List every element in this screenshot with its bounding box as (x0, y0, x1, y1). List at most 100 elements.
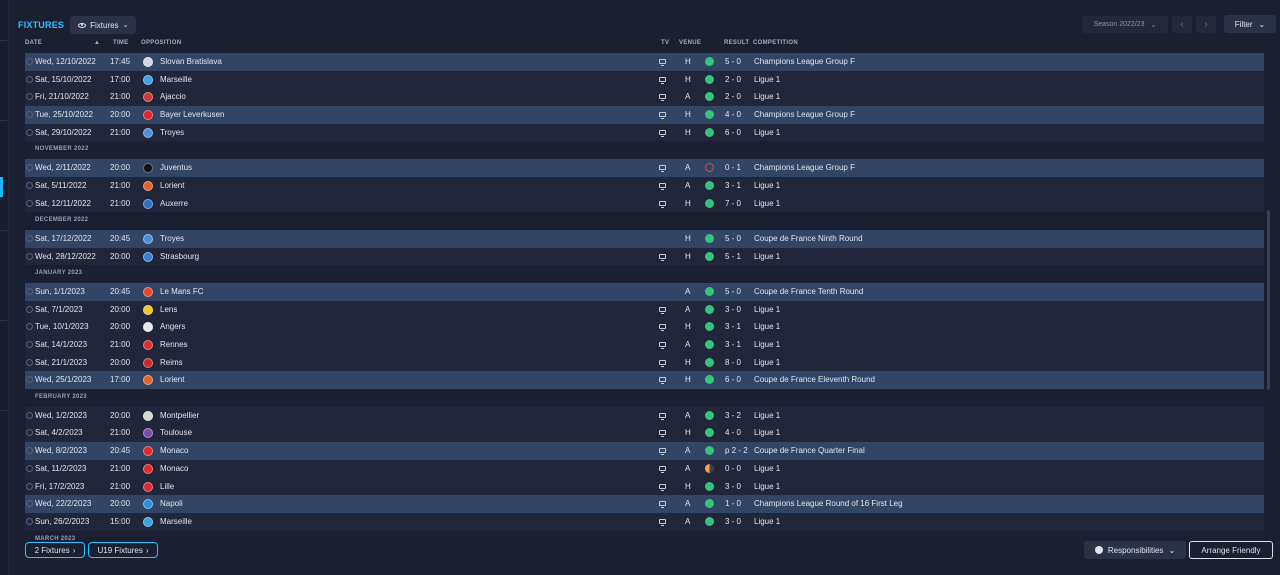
opposition-link[interactable]: Marseille (160, 513, 192, 531)
fixture-row[interactable]: Wed, 22/2/2023 20:00 Napoli A 1 - 0 Champions… (25, 495, 1264, 513)
opposition-link[interactable]: Troyes (160, 124, 184, 142)
fixture-row[interactable]: Wed, 1/2/2023 20:00 Montpellier A 3 - 2 Ligue… (25, 406, 1264, 425)
fixture-row[interactable]: Fri, 21/10/2022 21:00 Ajaccio A 2 - 0 Ligue 1 (25, 88, 1264, 107)
opposition-link[interactable]: Rennes (160, 336, 188, 354)
result-score[interactable]: 5 - 0 (725, 53, 741, 71)
competition-link[interactable]: Champions League Group F (754, 159, 855, 177)
result-score[interactable]: 5 - 1 (725, 248, 741, 266)
u19-fixtures-button[interactable]: U19 Fixtures › (88, 542, 158, 558)
result-score[interactable]: 5 - 0 (725, 230, 741, 248)
opposition-link[interactable]: Auxerre (160, 195, 188, 213)
competition-link[interactable]: Champions League Group F (754, 53, 855, 71)
opposition-link[interactable]: Bayer Leverkusen (160, 106, 224, 124)
opposition-link[interactable]: Montpellier (160, 407, 199, 425)
fixture-row[interactable]: Tue, 25/10/2022 20:00 Bayer Leverkusen H 4 -… (25, 106, 1264, 124)
competition-link[interactable]: Ligue 1 (754, 88, 780, 106)
competition-link[interactable]: Champions League Group F (754, 106, 855, 124)
competition-link[interactable]: Coupe de France Quarter Final (754, 442, 865, 460)
fixture-row[interactable]: Sun, 26/2/2023 15:00 Marseille A 3 - 0 Ligue … (25, 512, 1264, 531)
result-score[interactable]: 2 - 0 (725, 71, 741, 89)
result-score[interactable]: 6 - 0 (725, 124, 741, 142)
competition-link[interactable]: Ligue 1 (754, 318, 780, 336)
fixture-row[interactable]: Sun, 1/1/2023 20:45 Le Mans FC A 5 - 0 Coupe … (25, 282, 1264, 301)
opposition-link[interactable]: Juventus (160, 159, 192, 177)
competition-link[interactable]: Ligue 1 (754, 248, 780, 266)
fixture-row[interactable]: Sat, 14/1/2023 21:00 Rennes A 3 - 1 Ligue 1 (25, 336, 1264, 354)
competition-link[interactable]: Ligue 1 (754, 354, 780, 372)
result-score[interactable]: 3 - 0 (725, 478, 741, 496)
fixture-row[interactable]: Sat, 21/1/2023 20:00 Reims H 8 - 0 Ligue 1 (25, 353, 1264, 372)
competition-link[interactable]: Coupe de France Tenth Round (754, 283, 863, 301)
result-score[interactable]: 0 - 0 (725, 460, 741, 478)
result-score[interactable]: 1 - 0 (725, 495, 741, 513)
next-season-button[interactable]: › (1196, 16, 1216, 33)
col-header-time[interactable]: TIME (113, 40, 129, 50)
result-score[interactable]: 3 - 0 (725, 513, 741, 531)
opposition-link[interactable]: Lorient (160, 371, 184, 389)
competition-link[interactable]: Champions League Round of 16 First Leg (754, 495, 903, 513)
scrollbar[interactable] (1267, 210, 1270, 390)
fixtures-2-button[interactable]: 2 Fixtures › (25, 542, 85, 558)
result-score[interactable]: 8 - 0 (725, 354, 741, 372)
opposition-link[interactable]: Toulouse (160, 424, 192, 442)
opposition-link[interactable]: Troyes (160, 230, 184, 248)
fixture-row[interactable]: Wed, 28/12/2022 20:00 Strasbourg H 5 - 1 Ligu… (25, 247, 1264, 266)
result-score[interactable]: 0 - 1 (725, 159, 741, 177)
fixture-row[interactable]: Sat, 5/11/2022 21:00 Lorient A 3 - 1 Ligue 1 (25, 176, 1264, 195)
fixture-row[interactable]: Sat, 11/2/2023 21:00 Monaco A 0 - 0 Ligue 1 (25, 459, 1264, 478)
col-header-opposition[interactable]: OPPOSITION (141, 40, 181, 50)
result-score[interactable]: 3 - 1 (725, 177, 741, 195)
competition-link[interactable]: Ligue 1 (754, 71, 780, 89)
competition-link[interactable]: Ligue 1 (754, 301, 780, 319)
result-score[interactable]: 3 - 1 (725, 336, 741, 354)
result-score[interactable]: 2 - 0 (725, 88, 741, 106)
fixture-row[interactable]: Wed, 8/2/2023 20:45 Monaco Ap 2 - 2 Coupe de… (25, 442, 1264, 460)
fixture-row[interactable]: Sat, 15/10/2022 17:00 Marseille H 2 - 0 Ligue… (25, 70, 1264, 89)
competition-link[interactable]: Ligue 1 (754, 177, 780, 195)
opposition-link[interactable]: Angers (160, 318, 185, 336)
col-header-date[interactable]: DATE (25, 40, 42, 50)
col-header-result[interactable]: RESULT (724, 40, 749, 50)
opposition-link[interactable]: Reims (160, 354, 183, 372)
result-score[interactable]: 3 - 2 (725, 407, 741, 425)
result-score[interactable]: 4 - 0 (725, 424, 741, 442)
result-score[interactable]: 3 - 0 (725, 301, 741, 319)
fixture-row[interactable]: Sat, 4/2/2023 21:00 Toulouse H 4 - 0 Ligue 1 (25, 424, 1264, 443)
opposition-link[interactable]: Monaco (160, 442, 188, 460)
filter-button[interactable]: Filter ⌄ (1224, 15, 1276, 33)
result-score[interactable]: 3 - 1 (725, 318, 741, 336)
col-header-competition[interactable]: COMPETITION (753, 40, 798, 50)
competition-link[interactable]: Ligue 1 (754, 407, 780, 425)
result-score[interactable]: 5 - 0 (725, 283, 741, 301)
competition-link[interactable]: Coupe de France Ninth Round (754, 230, 863, 248)
season-selector[interactable]: Season 2022/23 ⌄ (1082, 16, 1168, 33)
opposition-link[interactable]: Lille (160, 478, 174, 496)
competition-link[interactable]: Ligue 1 (754, 460, 780, 478)
arrange-friendly-button[interactable]: Arrange Friendly (1189, 541, 1273, 559)
competition-link[interactable]: Ligue 1 (754, 124, 780, 142)
competition-link[interactable]: Coupe de France Eleventh Round (754, 371, 875, 389)
fixture-row[interactable]: Wed, 25/1/2023 17:00 Lorient H 6 - 0 Coupe de… (25, 371, 1264, 390)
fixture-row[interactable]: Wed, 2/11/2022 20:00 Juventus A 0 - 1 Champio… (25, 159, 1264, 177)
fixture-row[interactable]: Tue, 10/1/2023 20:00 Angers H 3 - 1 Ligue 1 (25, 318, 1264, 336)
result-score[interactable]: 4 - 0 (725, 106, 741, 124)
competition-link[interactable]: Ligue 1 (754, 195, 780, 213)
opposition-link[interactable]: Le Mans FC (160, 283, 204, 301)
result-score[interactable]: p 2 - 2 (725, 442, 748, 460)
fixture-row[interactable]: Sat, 7/1/2023 20:00 Lens A 3 - 0 Ligue 1 (25, 300, 1264, 319)
opposition-link[interactable]: Napoli (160, 495, 183, 513)
fixture-row[interactable]: Sat, 12/11/2022 21:00 Auxerre H 7 - 0 Ligue 1 (25, 194, 1264, 213)
opposition-link[interactable]: Marseille (160, 71, 192, 89)
opposition-link[interactable]: Monaco (160, 460, 188, 478)
fixture-row[interactable]: Sat, 29/10/2022 21:00 Troyes H 6 - 0 Ligue 1 (25, 123, 1264, 142)
opposition-link[interactable]: Lens (160, 301, 177, 319)
competition-link[interactable]: Ligue 1 (754, 478, 780, 496)
responsibilities-button[interactable]: Responsibilities ⌄ (1084, 541, 1186, 559)
competition-link[interactable]: Ligue 1 (754, 424, 780, 442)
col-header-tv[interactable]: TV (661, 40, 669, 50)
opposition-link[interactable]: Slovan Bratislava (160, 53, 222, 71)
fixture-row[interactable]: Fri, 17/2/2023 21:00 Lille H 3 - 0 Ligue 1 (25, 477, 1264, 496)
opposition-link[interactable]: Lorient (160, 177, 184, 195)
fixture-row[interactable]: Wed, 12/10/2022 17:45 Slovan Bratislava H 5 … (25, 53, 1264, 71)
competition-link[interactable]: Ligue 1 (754, 336, 780, 354)
